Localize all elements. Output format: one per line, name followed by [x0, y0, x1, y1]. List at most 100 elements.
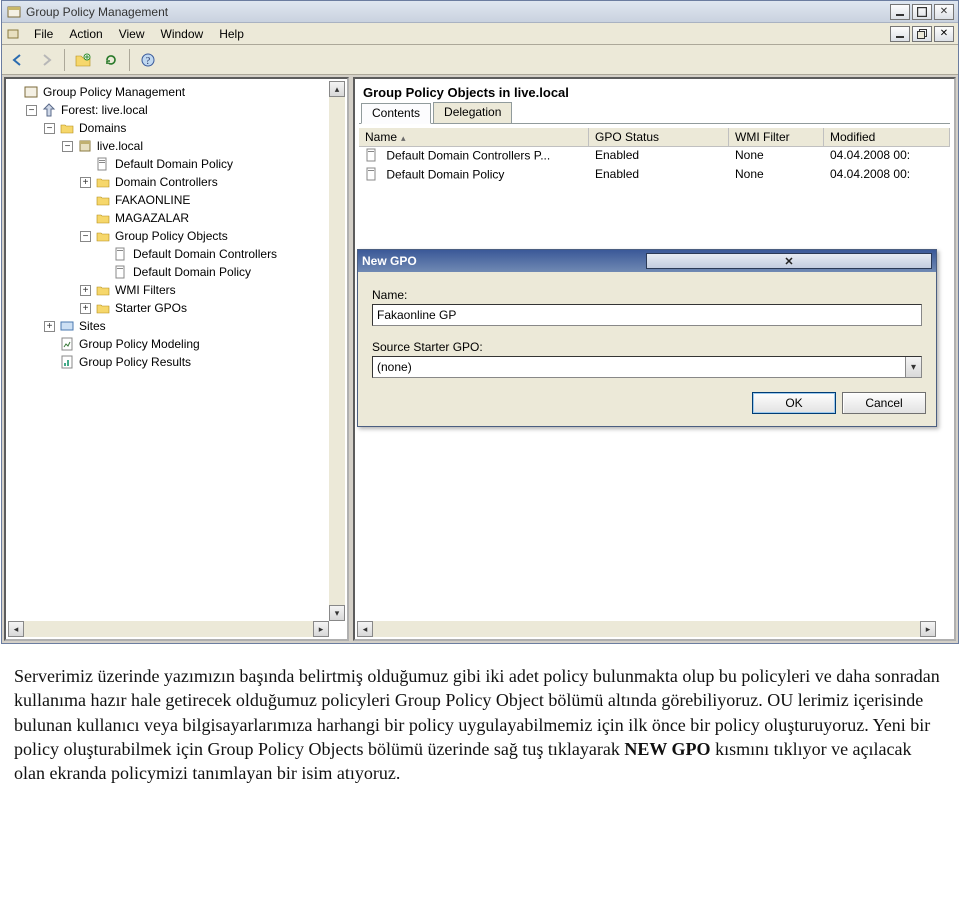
ou-icon	[95, 174, 111, 190]
details-hscroll[interactable]: ◂▸	[357, 621, 936, 637]
scroll-left-icon[interactable]: ◂	[357, 621, 373, 637]
tree-label: Domain Controllers	[115, 173, 218, 191]
tab-delegation[interactable]: Delegation	[433, 102, 512, 123]
scroll-down-icon[interactable]: ▾	[329, 605, 345, 621]
details-panel: Group Policy Objects in live.local Conte…	[353, 77, 956, 641]
details-title: Group Policy Objects in live.local	[363, 85, 946, 100]
collapse-icon[interactable]: −	[26, 105, 37, 116]
header-wmi[interactable]: WMI Filter	[729, 128, 824, 146]
tree-gpo-ddp[interactable]: Default Domain Policy	[8, 263, 345, 281]
collapse-icon[interactable]: −	[62, 141, 73, 152]
menubar: File Action View Window Help ✕	[2, 23, 958, 45]
dialog-titlebar[interactable]: New GPO ✕	[358, 250, 936, 272]
tree-label: Domains	[79, 119, 126, 137]
tree-wmi[interactable]: + WMI Filters	[8, 281, 345, 299]
policy-icon	[365, 167, 379, 184]
cell-modified: 04.04.2008 00:	[824, 148, 950, 165]
folder-icon	[95, 282, 111, 298]
tree-starter[interactable]: + Starter GPOs	[8, 299, 345, 317]
collapse-icon[interactable]: −	[44, 123, 55, 134]
refresh-button[interactable]	[99, 48, 123, 72]
toolbar-separator	[64, 49, 65, 71]
tree-results[interactable]: Group Policy Results	[8, 353, 345, 371]
scroll-right-icon[interactable]: ▸	[920, 621, 936, 637]
tree-hscroll[interactable]: ◂▸	[8, 621, 329, 637]
tree-forest[interactable]: − Forest: live.local	[8, 101, 345, 119]
collapse-icon[interactable]: −	[80, 231, 91, 242]
scroll-left-icon[interactable]: ◂	[8, 621, 24, 637]
ou-icon	[95, 210, 111, 226]
tree-label: Default Domain Controllers	[133, 245, 277, 263]
scroll-up-icon[interactable]: ▴	[329, 81, 345, 97]
toolbar: ?	[2, 45, 958, 75]
app-window: Group Policy Management ✕ File Action Vi…	[1, 0, 959, 644]
close-button[interactable]: ✕	[934, 4, 954, 20]
tree-domains[interactable]: − Domains	[8, 119, 345, 137]
header-name[interactable]: Name	[359, 128, 589, 146]
child-minimize-button[interactable]	[890, 26, 910, 42]
back-button[interactable]	[6, 48, 30, 72]
maximize-button[interactable]	[912, 4, 932, 20]
titlebar[interactable]: Group Policy Management ✕	[2, 1, 958, 23]
tree-root[interactable]: Group Policy Management	[8, 83, 345, 101]
cell-modified: 04.04.2008 00:	[824, 167, 950, 184]
forward-button[interactable]	[34, 48, 58, 72]
cell-wmi: None	[729, 167, 824, 184]
list-row[interactable]: Default Domain Controllers P... Enabled …	[359, 147, 950, 166]
tree-label: live.local	[97, 137, 143, 155]
source-starter-dropdown[interactable]: (none) ▾	[372, 356, 922, 378]
folder-icon	[59, 120, 75, 136]
menu-action[interactable]: Action	[61, 25, 110, 43]
sites-icon	[59, 318, 75, 334]
ok-button[interactable]: OK	[752, 392, 836, 414]
list-row[interactable]: Default Domain Policy Enabled None 04.04…	[359, 166, 950, 185]
tree-sites[interactable]: + Sites	[8, 317, 345, 335]
expand-icon[interactable]: +	[44, 321, 55, 332]
help-button[interactable]: ?	[136, 48, 160, 72]
tree-ddp[interactable]: Default Domain Policy	[8, 155, 345, 173]
article-bold: NEW GPO	[624, 739, 710, 759]
expand-icon[interactable]: +	[80, 285, 91, 296]
add-folder-button[interactable]	[71, 48, 95, 72]
tree-gpo-ddc[interactable]: Default Domain Controllers	[8, 245, 345, 263]
chevron-down-icon[interactable]: ▾	[905, 357, 921, 377]
header-modified[interactable]: Modified	[824, 128, 950, 146]
menu-help[interactable]: Help	[211, 25, 252, 43]
tree-live[interactable]: − live.local	[8, 137, 345, 155]
cell-name: Default Domain Controllers P...	[386, 149, 550, 163]
tree-gpo[interactable]: − Group Policy Objects	[8, 227, 345, 245]
cancel-button[interactable]: Cancel	[842, 392, 926, 414]
tree-fakaonline[interactable]: FAKAONLINE	[8, 191, 345, 209]
tree-vscroll[interactable]: ▴▾	[329, 81, 345, 621]
tree-label: Default Domain Policy	[115, 155, 233, 173]
tree-modeling[interactable]: Group Policy Modeling	[8, 335, 345, 353]
menu-window[interactable]: Window	[153, 25, 212, 43]
policy-icon	[95, 156, 111, 172]
minimize-button[interactable]	[890, 4, 910, 20]
menu-view[interactable]: View	[111, 25, 153, 43]
ou-icon	[95, 192, 111, 208]
scroll-right-icon[interactable]: ▸	[313, 621, 329, 637]
dialog-close-button[interactable]: ✕	[646, 253, 932, 269]
list-header: Name GPO Status WMI Filter Modified	[359, 128, 950, 147]
tab-contents[interactable]: Contents	[361, 103, 431, 124]
menu-file[interactable]: File	[26, 25, 61, 43]
tree-dc[interactable]: + Domain Controllers	[8, 173, 345, 191]
app-icon	[6, 4, 22, 20]
console-icon	[23, 84, 39, 100]
domain-icon	[77, 138, 93, 154]
gpo-name-input[interactable]	[372, 304, 922, 326]
header-status[interactable]: GPO Status	[589, 128, 729, 146]
tree[interactable]: Group Policy Management − Forest: live.l…	[8, 83, 345, 371]
cell-status: Enabled	[589, 148, 729, 165]
expand-icon[interactable]: +	[80, 303, 91, 314]
cell-status: Enabled	[589, 167, 729, 184]
child-restore-button[interactable]	[912, 26, 932, 42]
expand-icon[interactable]: +	[80, 177, 91, 188]
svg-text:?: ?	[146, 56, 151, 67]
tree-label: Group Policy Management	[43, 83, 185, 101]
tree-magazalar[interactable]: MAGAZALAR	[8, 209, 345, 227]
policy-icon	[365, 148, 379, 165]
child-close-button[interactable]: ✕	[934, 26, 954, 42]
new-gpo-dialog: New GPO ✕ Name: Source Starter GPO: (non…	[357, 249, 937, 427]
